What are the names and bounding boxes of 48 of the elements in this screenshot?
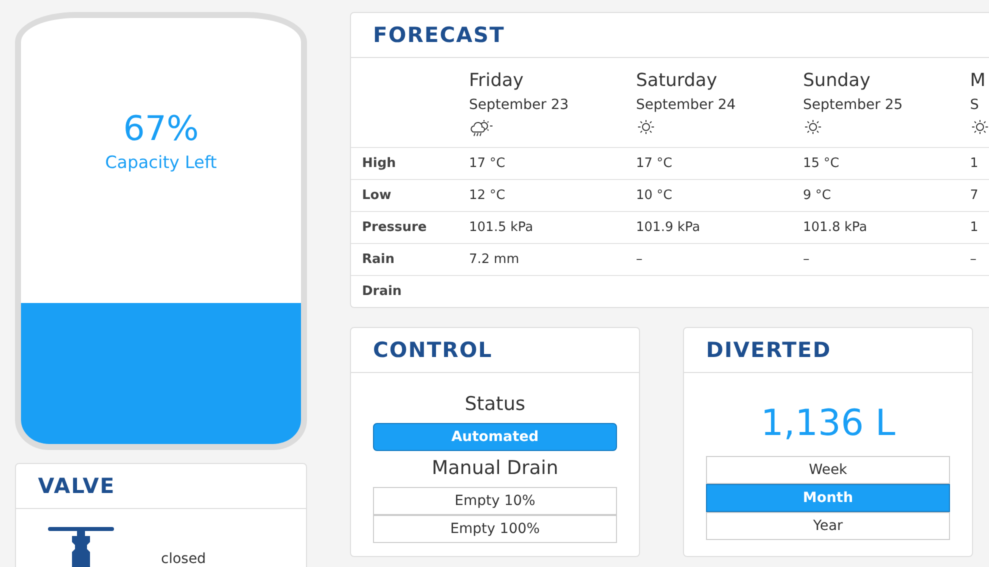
valve-icon <box>46 527 116 567</box>
table-cell: 9 °C <box>803 188 831 203</box>
status-label: Status <box>464 393 526 415</box>
table-cell: 12 °C <box>469 188 506 203</box>
row-label: Rain <box>351 244 469 276</box>
table-cell: 17 °C <box>636 156 672 171</box>
table-cell: 7.2 mm <box>469 252 520 267</box>
day-name: M <box>970 70 987 91</box>
day-name: Saturday <box>636 70 718 91</box>
table-cell: – <box>803 252 810 267</box>
day-name: Sunday <box>803 70 872 91</box>
day-date: September 25 <box>803 97 904 113</box>
manual-drain-label: Manual Drain <box>432 457 558 479</box>
table-cell: 7 <box>970 188 978 203</box>
table-cell: – <box>636 252 642 267</box>
day-date: September 24 <box>636 97 737 113</box>
period-option[interactable]: Year <box>706 512 950 540</box>
table-cell: – <box>970 252 976 267</box>
card-title: CONTROL <box>351 328 639 373</box>
rain-cloud-icon <box>469 119 495 137</box>
day-date: S <box>970 97 980 113</box>
valve-state: closed <box>161 551 206 567</box>
table-cell: 17 °C <box>469 156 506 171</box>
table-cell: 10 °C <box>636 188 672 203</box>
sun-icon <box>636 119 656 135</box>
sun-icon <box>803 119 823 135</box>
sun-icon <box>970 119 989 135</box>
table-cell: 101.9 kPa <box>636 220 700 235</box>
table-cell: 101.8 kPa <box>803 220 868 235</box>
period-option[interactable]: Week <box>706 456 950 484</box>
day-date: September 23 <box>469 97 570 113</box>
row-label: Drain <box>351 276 469 307</box>
table-cell: 1 <box>970 156 978 171</box>
capacity-caption: Capacity Left <box>105 152 217 173</box>
day-name: Friday <box>469 70 525 91</box>
drain-button[interactable]: Empty 10% <box>373 487 617 515</box>
row-label: High <box>351 148 469 180</box>
card-title: DIVERTED <box>684 328 972 373</box>
row-label: Low <box>351 180 469 212</box>
table-cell: 15 °C <box>803 156 840 171</box>
table-cell: 101.5 kPa <box>469 220 534 235</box>
row-label: Pressure <box>351 212 469 244</box>
card-title: VALVE <box>16 464 306 509</box>
card-title: FORECAST <box>351 13 989 58</box>
table-cell: 1 <box>970 220 978 235</box>
drain-button[interactable]: Empty 100% <box>373 515 617 543</box>
capacity-percent: 67% <box>123 108 199 149</box>
diverted-amount: 1,136 L <box>760 403 896 444</box>
